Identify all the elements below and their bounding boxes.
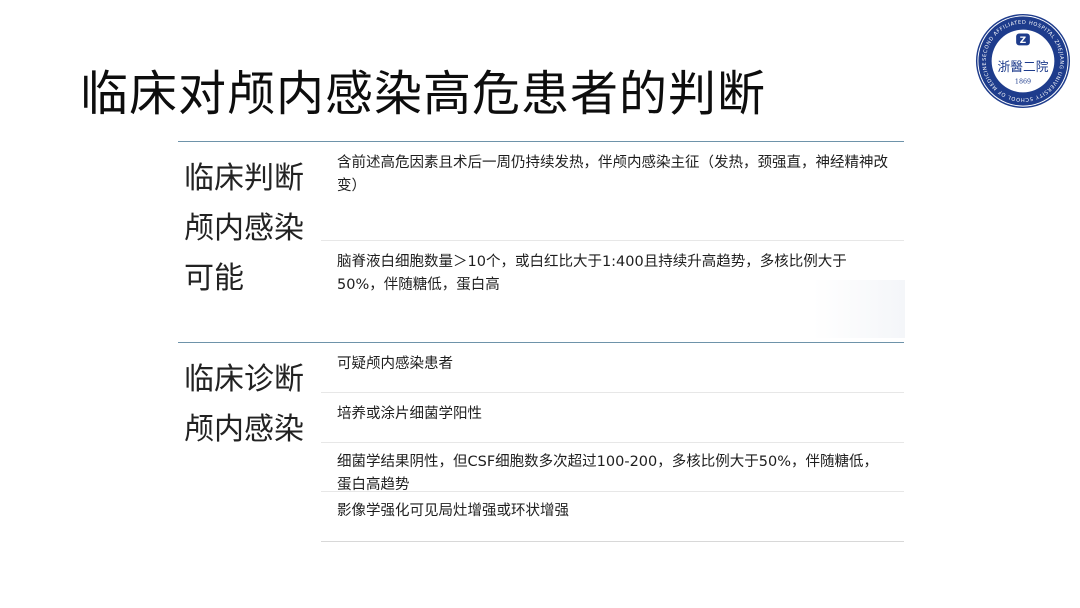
criteria-row: 含前述高危因素且术后一周仍持续发热，伴颅内感染主征（发热，颈强直，神经精神改变）: [321, 142, 904, 241]
section-label-line: 颅内感染: [184, 412, 304, 447]
logo-text: 浙醫二院: [998, 60, 1049, 75]
decorative-shade: [813, 280, 905, 338]
criteria-row: 可疑颅内感染患者: [321, 343, 904, 393]
section-label: 临床诊断 颅内感染: [184, 355, 304, 455]
slide-title: 临床对颅内感染高危患者的判断: [80, 66, 767, 122]
criteria-row: 培养或涂片细菌学阳性: [321, 393, 904, 443]
section-label-line: 临床诊断: [184, 362, 304, 397]
criteria-row: 影像学强化可见局灶增强或环状增强: [321, 492, 904, 542]
section-label-line: 颅内感染: [184, 211, 304, 246]
hospital-logo: SECOND AFFILIATED HOSPITAL ZHEJIANG UNIV…: [975, 13, 1071, 109]
section-label-line: 可能: [184, 261, 244, 296]
section-clinical-judgment: 临床判断 颅内感染 可能 含前述高危因素且术后一周仍持续发热，伴颅内感染主征（发…: [178, 141, 904, 340]
logo-year: 1869: [1015, 78, 1031, 86]
svg-text:Z: Z: [1020, 36, 1026, 46]
section-clinical-diagnosis: 临床诊断 颅内感染 可疑颅内感染患者 培养或涂片细菌学阳性 细菌学结果阴性，但C…: [178, 342, 904, 542]
section-label-line: 临床判断: [184, 161, 304, 196]
section-label: 临床判断 颅内感染 可能: [184, 154, 304, 304]
criteria-row: 细菌学结果阴性，但CSF细胞数多次超过100-200，多核比例大于50%，伴随糖…: [321, 443, 904, 493]
